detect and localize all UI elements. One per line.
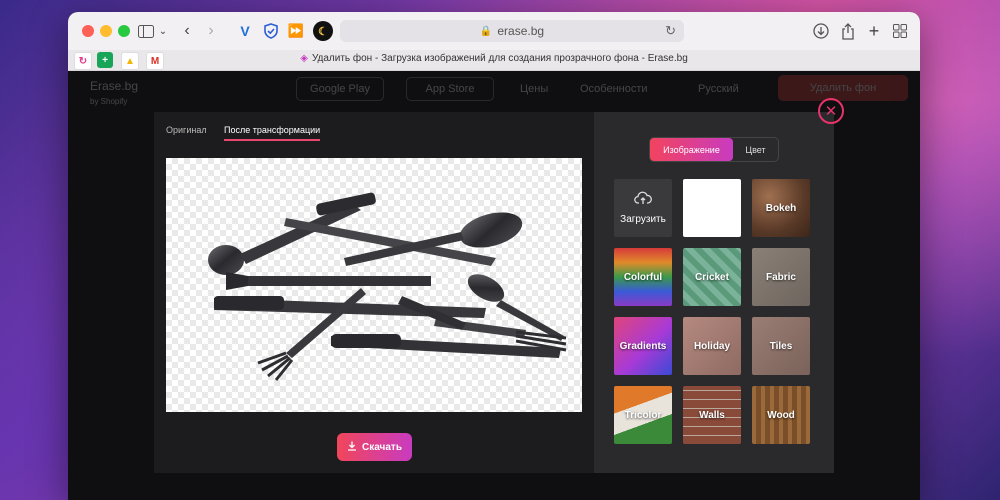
result-image-canvas xyxy=(166,158,582,412)
segment-image-option[interactable]: Изображение xyxy=(650,138,733,161)
lock-icon: 🔒 xyxy=(479,25,493,37)
shield-extension-icon[interactable] xyxy=(261,21,281,41)
active-tab[interactable]: ◈ Удалить фон - Загрузка изображений для … xyxy=(68,53,920,64)
site-logo-subtext: by Shopify xyxy=(90,97,128,106)
site-cta-button[interactable]: Удалить фон xyxy=(778,75,908,101)
nav-link-features[interactable]: Особенности xyxy=(580,83,648,95)
bokeh-tile-label: Bokeh xyxy=(765,202,797,214)
colorful-tile-label: Colorful xyxy=(623,271,663,283)
transparent-background-tile[interactable] xyxy=(683,179,741,237)
browser-window: ⌄ ‹ › V ⏩ ☾ 🔒 erase.bg ↻ + ↻ + ▲ M ◈Уда xyxy=(68,12,920,500)
bokeh-background-tile[interactable]: Bokeh xyxy=(752,179,810,237)
minimize-window-button[interactable] xyxy=(100,25,112,37)
cricket-tile-label: Cricket xyxy=(695,271,729,283)
fast-forward-extension-icon[interactable]: ⏩ xyxy=(286,21,306,41)
cloud-upload-icon xyxy=(634,191,652,210)
tab-after-transform[interactable]: После трансформации xyxy=(224,125,321,141)
background-options-pane: Изображение Цвет Загрузить Bokeh Colorfu… xyxy=(594,112,834,473)
site-logo[interactable]: Erase.bg by Shopify xyxy=(90,79,138,107)
google-play-label: Google Play xyxy=(310,83,370,95)
segment-color-option[interactable]: Цвет xyxy=(733,138,778,161)
upload-background-tile[interactable]: Загрузить xyxy=(614,179,672,237)
forward-icon[interactable]: › xyxy=(204,20,218,42)
holiday-background-tile[interactable]: Holiday xyxy=(683,317,741,375)
site-cta-label: Удалить фон xyxy=(809,82,877,94)
download-label: Скачать xyxy=(362,441,402,453)
upload-tile-label: Загрузить xyxy=(620,214,666,225)
address-bar[interactable]: 🔒 erase.bg ↻ xyxy=(340,20,684,42)
erase-bg-favicon-icon: ◈ xyxy=(300,53,308,64)
fabric-background-tile[interactable]: Fabric xyxy=(752,248,810,306)
app-store-label: App Store xyxy=(425,83,475,95)
nav-link-prices[interactable]: Цены xyxy=(520,83,548,95)
zoom-window-button[interactable] xyxy=(118,25,130,37)
tiles-tile-label: Tiles xyxy=(769,340,793,352)
result-modal: Оригинал После трансформации Скачать Изо… xyxy=(154,112,834,473)
nav-language-select[interactable]: Русский xyxy=(698,83,739,95)
tricolor-background-tile[interactable]: Tricolor xyxy=(614,386,672,444)
cutlery-image xyxy=(208,192,567,381)
download-icon xyxy=(347,441,357,454)
reload-icon[interactable]: ↻ xyxy=(665,23,676,39)
wood-background-tile[interactable]: Wood xyxy=(752,386,810,444)
url-text: erase.bg xyxy=(497,24,545,38)
walls-background-tile[interactable]: Walls xyxy=(683,386,741,444)
holiday-tile-label: Holiday xyxy=(693,340,731,352)
site-logo-text: Erase.bg xyxy=(90,79,139,93)
tab-overview-icon[interactable] xyxy=(891,20,909,42)
gradients-tile-label: Gradients xyxy=(619,340,667,352)
preview-pane: Оригинал После трансформации Скачать xyxy=(154,112,594,473)
web-page: Erase.bg by Shopify Google Play App Stor… xyxy=(68,71,920,500)
moon-extension-icon[interactable]: ☾ xyxy=(313,21,333,41)
fabric-tile-label: Fabric xyxy=(765,271,796,283)
app-store-button[interactable]: App Store xyxy=(406,77,494,101)
browser-toolbar: ⌄ ‹ › V ⏩ ☾ 🔒 erase.bg ↻ + xyxy=(68,12,920,51)
share-icon[interactable] xyxy=(839,20,857,42)
close-modal-button[interactable]: ✕ xyxy=(818,98,844,124)
tab-original[interactable]: Оригинал xyxy=(166,125,207,139)
site-header: Erase.bg by Shopify Google Play App Stor… xyxy=(68,71,920,107)
chevron-down-icon[interactable]: ⌄ xyxy=(158,20,168,42)
downloads-icon[interactable] xyxy=(812,20,830,42)
back-icon[interactable]: ‹ xyxy=(180,20,194,42)
tiles-background-tile[interactable]: Tiles xyxy=(752,317,810,375)
new-tab-icon[interactable]: + xyxy=(865,20,883,42)
colorful-background-tile[interactable]: Colorful xyxy=(614,248,672,306)
tricolor-tile-label: Tricolor xyxy=(624,409,662,421)
tab-title-text: Удалить фон - Загрузка изображений для с… xyxy=(311,53,688,64)
background-type-toggle: Изображение Цвет xyxy=(649,137,779,162)
download-button[interactable]: Скачать xyxy=(337,433,412,461)
google-play-button[interactable]: Google Play xyxy=(296,77,384,101)
close-window-button[interactable] xyxy=(82,25,94,37)
vivaldi-extension-icon[interactable]: V xyxy=(235,21,255,41)
close-icon: ✕ xyxy=(824,103,838,120)
tab-bar: ↻ + ▲ M ◈ Удалить фон - Загрузка изображе… xyxy=(68,50,920,71)
wood-tile-label: Wood xyxy=(767,409,795,421)
cricket-background-tile[interactable]: Cricket xyxy=(683,248,741,306)
sidebar-toggle-icon[interactable] xyxy=(136,20,156,42)
gradients-background-tile[interactable]: Gradients xyxy=(614,317,672,375)
walls-tile-label: Walls xyxy=(699,409,725,421)
